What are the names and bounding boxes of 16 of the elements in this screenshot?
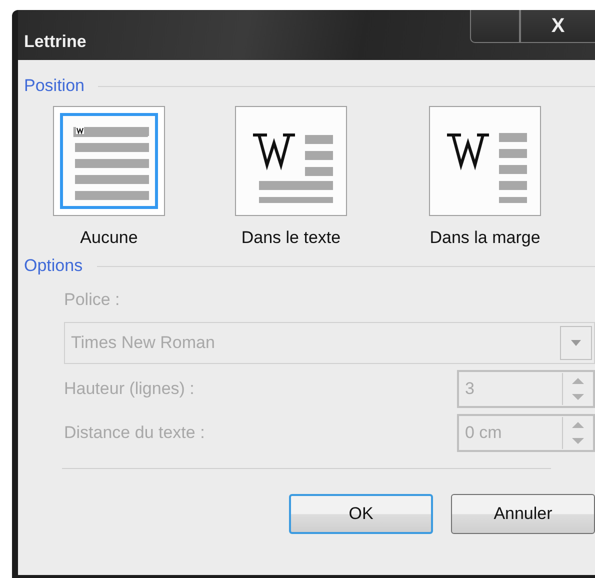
group-heading: Options	[24, 256, 83, 276]
dialog-button[interactable]: OK	[289, 494, 433, 534]
caret-icon	[570, 339, 582, 347]
option-label: Dans le texte	[241, 228, 341, 248]
dialog-button[interactable]: Annuler	[451, 494, 595, 534]
close-button[interactable]: X	[520, 10, 595, 43]
field-label: Police :	[64, 290, 121, 310]
option-label: Dans la marge	[430, 228, 540, 248]
window-button[interactable]	[470, 10, 520, 43]
option-label: Aucune	[80, 228, 138, 248]
field-label: Distance du texte :	[64, 423, 205, 443]
position-option[interactable]	[235, 106, 347, 216]
position-option[interactable]	[429, 106, 541, 216]
field-label: Hauteur (lignes) :	[64, 379, 194, 399]
window-title: Lettrine	[23, 31, 86, 52]
group-heading: Position	[24, 76, 84, 96]
